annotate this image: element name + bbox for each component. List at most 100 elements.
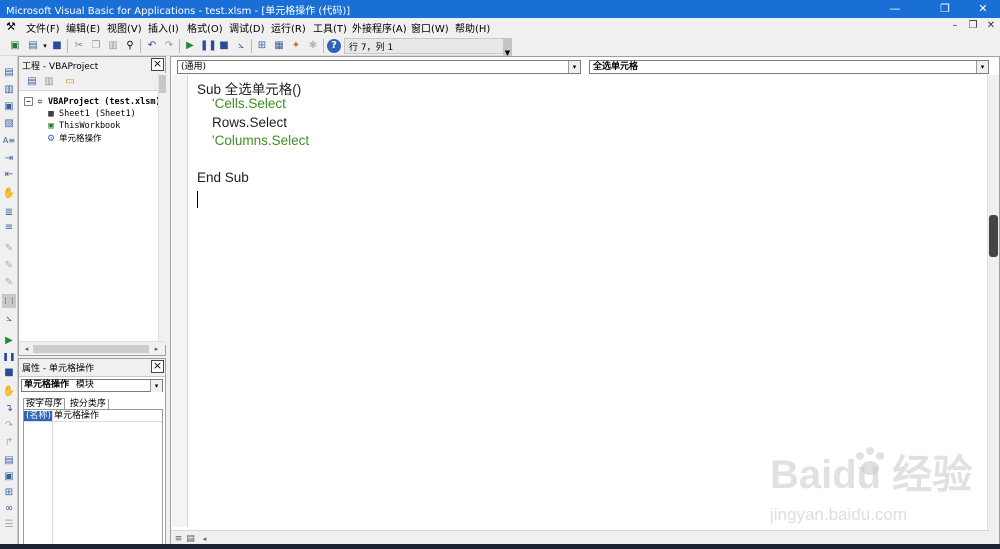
- break-icon[interactable]: ❚❚: [2, 350, 16, 364]
- list-constants-icon[interactable]: ▥: [2, 83, 16, 97]
- restore-button[interactable]: ❐: [930, 0, 960, 18]
- toggle-folders-icon[interactable]: ▭: [63, 75, 77, 89]
- indent-icon[interactable]: ⇥: [2, 152, 16, 166]
- menu-file[interactable]: 文件(F): [26, 20, 60, 35]
- project-explorer-icon[interactable]: ⊞: [255, 39, 269, 53]
- design-mode-icon[interactable]: ⦣: [234, 39, 248, 53]
- call-stack-icon[interactable]: ☰: [2, 518, 16, 532]
- margin-indicator-bar[interactable]: [172, 75, 188, 527]
- comment-block-icon[interactable]: ≣: [2, 206, 16, 220]
- toolbox-icon[interactable]: ✱: [306, 39, 320, 53]
- property-value: 单元格操作: [54, 411, 100, 421]
- previous-bookmark-icon[interactable]: ✎: [2, 276, 16, 290]
- tree-item-thisworkbook[interactable]: ▣ ThisWorkbook: [46, 121, 120, 131]
- toolbar-grip-icon[interactable]: ▼: [503, 38, 512, 57]
- menu-view[interactable]: 视图(V): [107, 20, 142, 35]
- chevron-down-icon[interactable]: ▾: [150, 380, 162, 392]
- tab-categorized[interactable]: 按分类序: [67, 399, 109, 409]
- run-icon[interactable]: ▶: [2, 334, 16, 348]
- chevron-down-icon[interactable]: ▾: [568, 61, 580, 73]
- object-combo[interactable]: (通用) ▾: [177, 60, 581, 74]
- watch-window-icon[interactable]: ⊞: [2, 486, 16, 500]
- tab-alphabetic[interactable]: 按字母序: [23, 398, 66, 409]
- toolbar-separator: [179, 39, 180, 53]
- undo-icon[interactable]: ↶: [145, 39, 159, 53]
- collapse-icon[interactable]: −: [24, 97, 33, 106]
- scroll-left-icon[interactable]: ◂: [21, 342, 32, 356]
- outdent-icon[interactable]: ⇤: [2, 168, 16, 182]
- redo-icon[interactable]: ↷: [162, 39, 176, 53]
- complete-word-icon[interactable]: A≡: [2, 134, 16, 148]
- step-into-icon[interactable]: ↴: [2, 402, 16, 416]
- cursor-position: 行 7，列 1: [344, 38, 504, 54]
- scroll-right-icon[interactable]: ▸: [151, 342, 162, 356]
- project-hscroll[interactable]: ◂ ▸: [19, 341, 165, 355]
- list-properties-icon[interactable]: ▤: [2, 66, 16, 80]
- save-icon[interactable]: ■: [50, 39, 64, 53]
- excel-view-icon[interactable]: ▣: [8, 39, 22, 53]
- view-code-icon[interactable]: ▤: [25, 75, 39, 89]
- copy-icon[interactable]: ❐: [89, 39, 103, 53]
- object-combo-value: (通用): [181, 62, 207, 72]
- toggle-bookmark-icon[interactable]: ✎: [2, 242, 16, 256]
- menu-edit[interactable]: 编辑(E): [66, 20, 100, 35]
- minimize-button[interactable]: —: [880, 0, 910, 18]
- object-selector[interactable]: 单元格操作 模块 ▾: [21, 379, 163, 392]
- close-icon[interactable]: ×: [151, 58, 164, 71]
- toolbar-grip-icon[interactable]: ⋮⋮: [2, 294, 16, 308]
- locals-window-icon[interactable]: ▤: [2, 454, 16, 468]
- help-icon[interactable]: ?: [327, 39, 341, 53]
- next-bookmark-icon[interactable]: ✎: [2, 259, 16, 273]
- quick-watch-icon[interactable]: ∞: [2, 502, 16, 516]
- menu-run[interactable]: 运行(R): [271, 20, 306, 35]
- properties-window-icon[interactable]: ▦: [272, 39, 286, 53]
- scroll-thumb[interactable]: [989, 215, 998, 257]
- view-object-icon[interactable]: ▥: [42, 75, 56, 89]
- uncomment-block-icon[interactable]: ≡: [2, 221, 16, 235]
- step-over-icon[interactable]: ↷: [2, 419, 16, 433]
- workbook-icon: ▣: [48, 121, 54, 131]
- menu-help[interactable]: 帮助(H): [455, 20, 490, 35]
- tree-item-sheet1[interactable]: ▦ Sheet1 (Sheet1): [46, 109, 136, 119]
- project-vscroll[interactable]: [158, 73, 166, 345]
- mdi-close-button[interactable]: ✕: [984, 19, 998, 33]
- run-icon[interactable]: ▶: [183, 39, 197, 53]
- find-icon[interactable]: ⚲: [123, 39, 137, 53]
- taskbar: [0, 544, 1000, 549]
- menu-format[interactable]: 格式(O): [187, 20, 223, 35]
- immediate-window-icon[interactable]: ▣: [2, 470, 16, 484]
- scroll-thumb[interactable]: [159, 75, 166, 93]
- paste-icon[interactable]: ▥: [106, 39, 120, 53]
- tree-item-label: Sheet1 (Sheet1): [59, 109, 136, 119]
- parameter-info-icon[interactable]: ▧: [2, 117, 16, 131]
- property-row[interactable]: (名称) 单元格操作: [24, 410, 162, 422]
- chevron-down-icon[interactable]: ▾: [976, 61, 988, 73]
- menu-insert[interactable]: 插入(I): [148, 20, 179, 35]
- menu-tools[interactable]: 工具(T): [313, 20, 347, 35]
- mdi-restore-button[interactable]: ❐: [966, 19, 980, 33]
- toggle-breakpoint-icon[interactable]: ✋: [2, 187, 16, 201]
- close-icon[interactable]: ×: [151, 360, 164, 373]
- menu-debug[interactable]: 调试(D): [229, 20, 265, 35]
- procedure-combo[interactable]: 全选单元格 ▾: [589, 60, 989, 74]
- quick-info-icon[interactable]: ▣: [2, 100, 16, 114]
- step-out-icon[interactable]: ↱: [2, 436, 16, 450]
- project-tree: − ✲ VBAProject (test.xlsm) ▦ Sheet1 (Sheet1…: [20, 91, 161, 345]
- mdi-minimize-button[interactable]: –: [948, 19, 962, 33]
- project-root[interactable]: − ✲ VBAProject (test.xlsm): [24, 97, 161, 107]
- object-browser-icon[interactable]: ✦: [289, 39, 303, 53]
- reset-icon[interactable]: ■: [217, 39, 231, 53]
- toggle-breakpoint-icon[interactable]: ✋: [2, 385, 16, 399]
- procedure-combo-value: 全选单元格: [593, 62, 639, 72]
- vba-project-icon: ✲: [37, 97, 43, 107]
- menu-addins[interactable]: 外接程序(A): [352, 20, 407, 35]
- tree-item-module[interactable]: ⚙ 单元格操作: [46, 132, 102, 144]
- design-mode-icon[interactable]: ⦣: [2, 312, 16, 326]
- reset-icon[interactable]: ■: [2, 366, 16, 380]
- cut-icon[interactable]: ✂: [72, 39, 86, 53]
- scroll-thumb[interactable]: [33, 345, 149, 353]
- break-icon[interactable]: ❚❚: [200, 39, 217, 53]
- close-button[interactable]: ✕: [968, 0, 998, 18]
- vba-app-icon[interactable]: ⚒: [6, 20, 16, 33]
- menu-window[interactable]: 窗口(W): [411, 20, 449, 35]
